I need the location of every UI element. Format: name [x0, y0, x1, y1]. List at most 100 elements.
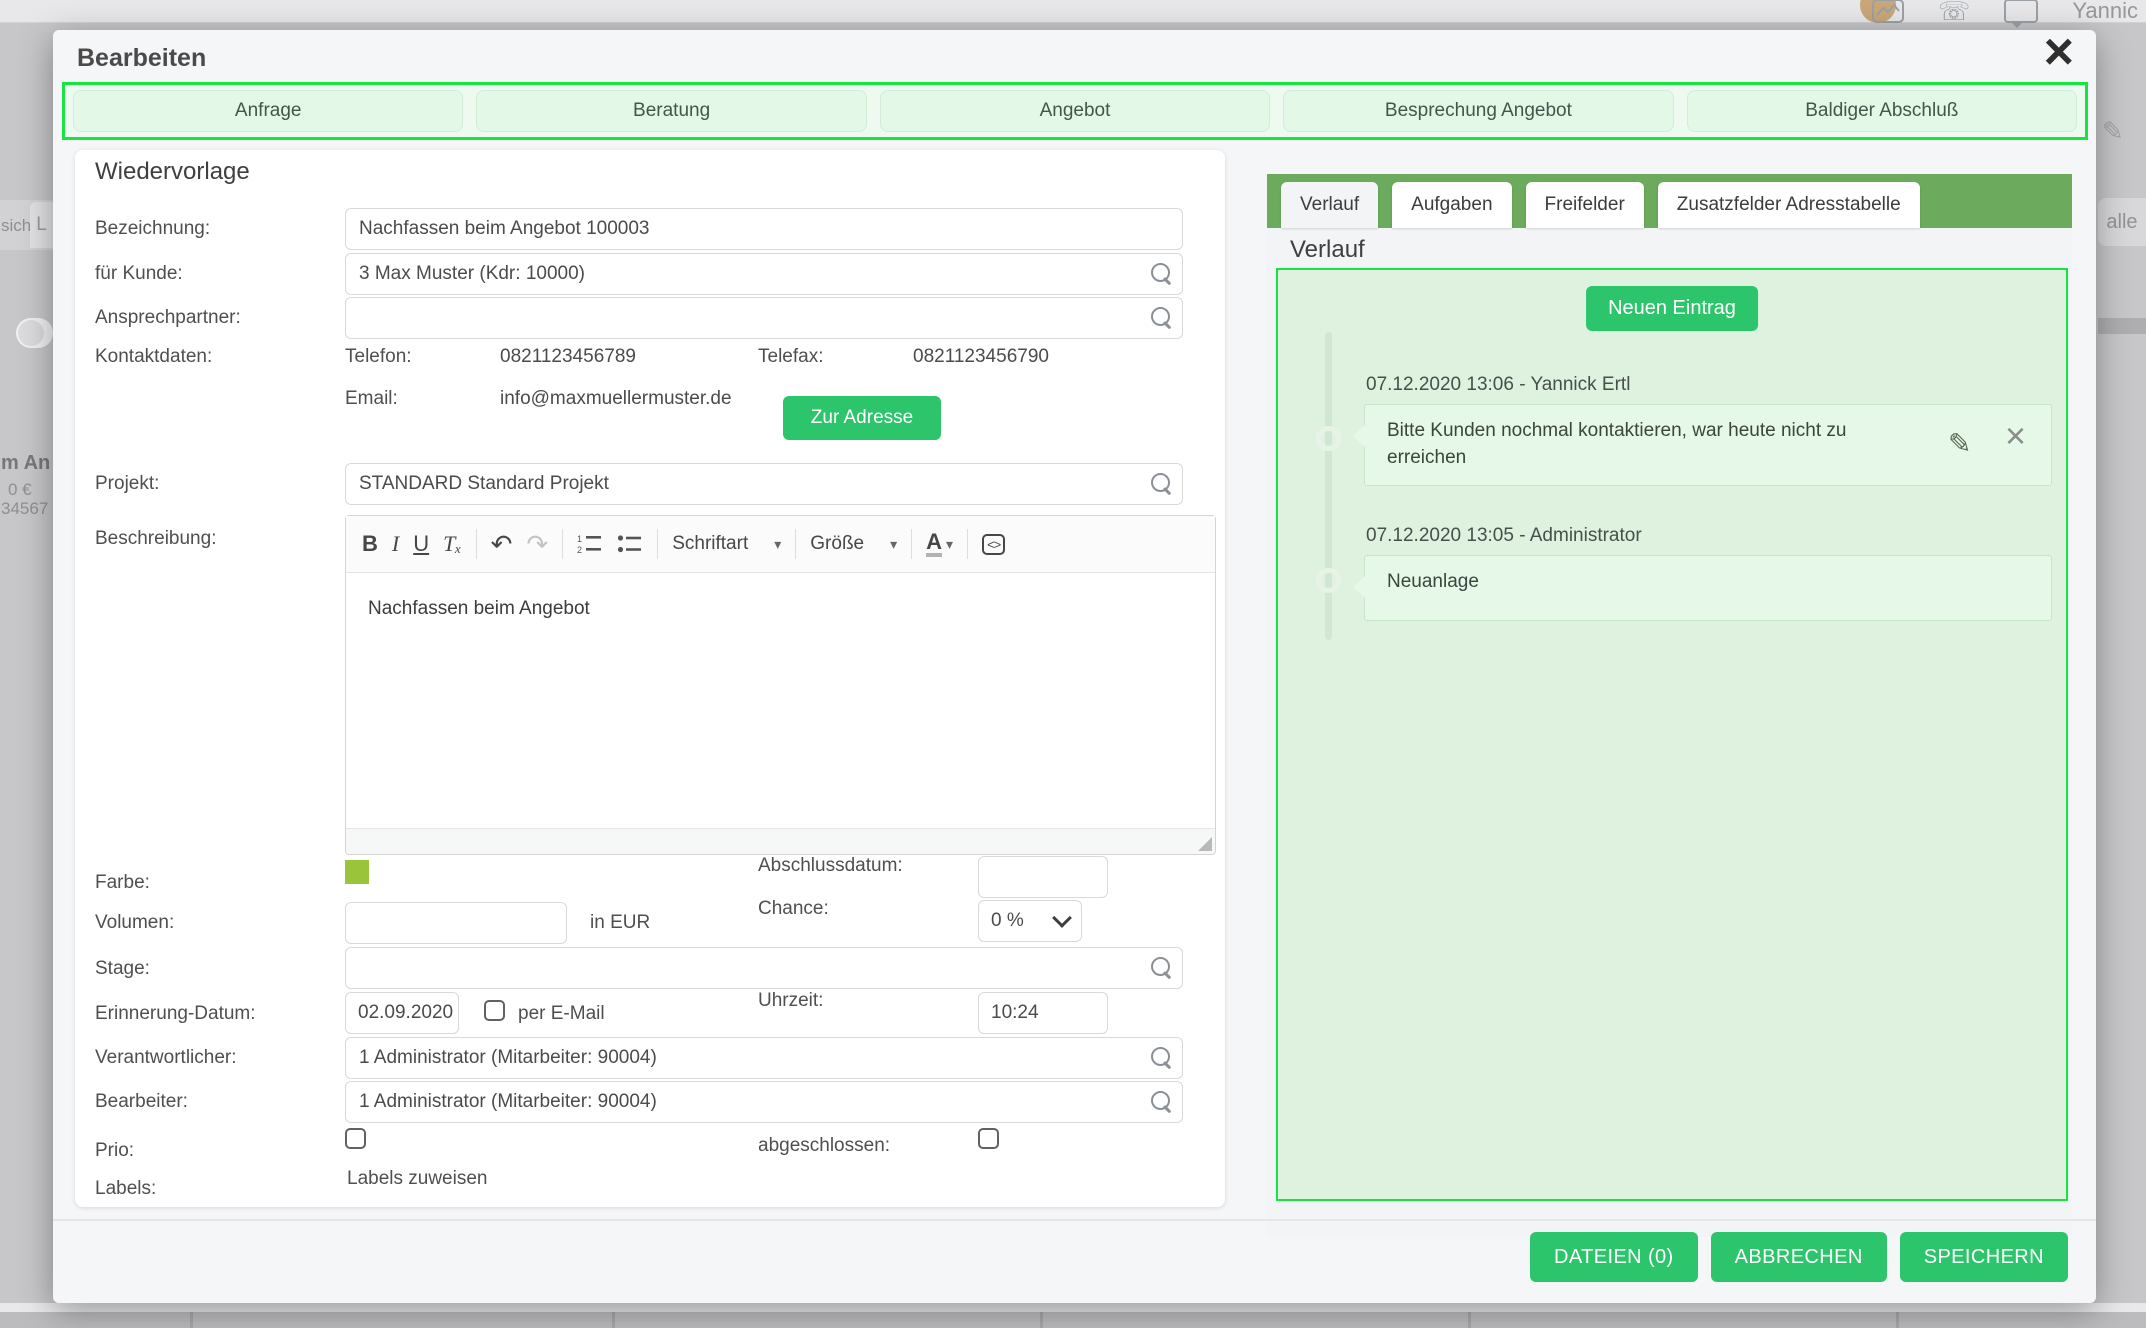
- size-dropdown-label: Größe: [810, 533, 864, 555]
- editor-toolbar: B I U Tₓ ↶ ↷ 12 Schriftart▾: [346, 516, 1215, 573]
- labels-zuweisen-link[interactable]: Labels zuweisen: [347, 1168, 487, 1190]
- bold-icon[interactable]: B: [362, 531, 378, 557]
- dateien-button[interactable]: DATEIEN (0): [1530, 1232, 1698, 1282]
- search-icon[interactable]: [1151, 263, 1170, 282]
- toolbar-divider: [562, 529, 563, 559]
- footer-divider: [53, 1219, 2096, 1221]
- telefax-label: Telefax:: [758, 346, 823, 368]
- kunde-value: 3 Max Muster (Kdr: 10000): [359, 263, 585, 285]
- toolbar-divider: [476, 529, 477, 559]
- bearbeiter-label: Bearbeiter:: [95, 1091, 188, 1113]
- per-email-checkbox[interactable]: [484, 1000, 505, 1021]
- delete-x-icon[interactable]: ×: [2005, 415, 2026, 457]
- tab-aufgaben[interactable]: Aufgaben: [1392, 182, 1511, 228]
- undo-icon[interactable]: ↶: [491, 529, 513, 560]
- tab-freifelder[interactable]: Freifelder: [1526, 182, 1644, 228]
- editor-content[interactable]: Nachfassen beim Angebot: [346, 572, 1215, 829]
- entry-text: Neuanlage: [1387, 568, 1479, 595]
- background-table-fragment: [0, 1312, 2146, 1328]
- abschlussdatum-input[interactable]: [978, 856, 1108, 898]
- underline-icon[interactable]: U: [413, 531, 429, 557]
- kunde-input[interactable]: 3 Max Muster (Kdr: 10000): [345, 253, 1183, 295]
- svg-text:2: 2: [577, 545, 582, 555]
- font-dropdown[interactable]: Schriftart▾: [672, 533, 781, 555]
- timeline-node: [1316, 568, 1341, 593]
- ansprechpartner-input[interactable]: [345, 297, 1183, 339]
- search-icon[interactable]: [1151, 307, 1170, 326]
- search-icon[interactable]: [1151, 1047, 1170, 1066]
- dialog-title: Bearbeiten: [77, 44, 206, 73]
- beschreibung-label: Beschreibung:: [95, 528, 216, 550]
- toolbar-divider: [657, 529, 658, 559]
- bezeichnung-input[interactable]: Nachfassen beim Angebot 100003: [345, 208, 1183, 250]
- bullet-list-icon[interactable]: [617, 533, 643, 555]
- volumen-input[interactable]: [345, 902, 567, 944]
- chance-value: 0 %: [991, 910, 1024, 932]
- stage-chip-baldiger-abschluss[interactable]: Baldiger Abschluß: [1687, 90, 2077, 132]
- stage-label: Stage:: [95, 958, 150, 980]
- toolbar-divider: [967, 529, 968, 559]
- beschreibung-text: Nachfassen beim Angebot: [368, 598, 590, 619]
- topbar-username: Yannic: [2072, 0, 2138, 24]
- bezeichnung-value: Nachfassen beim Angebot 100003: [359, 218, 650, 240]
- toolbar-divider: [795, 529, 796, 559]
- chance-select[interactable]: 0 %: [978, 900, 1082, 942]
- projekt-input[interactable]: STANDARD Standard Projekt: [345, 463, 1183, 505]
- stage-input[interactable]: [345, 947, 1183, 989]
- background-filter-fragment: alle: [2098, 198, 2146, 246]
- text-color-dropdown[interactable]: A▾: [926, 531, 953, 557]
- erinnerung-label: Erinnerung-Datum:: [95, 1003, 256, 1025]
- stage-chip-angebot[interactable]: Angebot: [880, 90, 1270, 132]
- farbe-label: Farbe:: [95, 872, 150, 894]
- edit-pencil-icon[interactable]: ✎: [1948, 427, 1971, 460]
- prio-checkbox[interactable]: [345, 1128, 366, 1149]
- search-icon[interactable]: [1151, 1091, 1170, 1110]
- background-scroll-fragment: [2098, 318, 2146, 334]
- verantwortlicher-input[interactable]: 1 Administrator (Mitarbeiter: 90004): [345, 1037, 1183, 1079]
- resize-handle-icon[interactable]: [1198, 837, 1212, 851]
- background-bold-fragment: m An: [1, 452, 50, 475]
- background-column-divider: [1468, 1312, 1471, 1328]
- close-icon[interactable]: ×: [2044, 26, 2074, 78]
- uhrzeit-input[interactable]: 10:24: [978, 992, 1108, 1034]
- abbrechen-button[interactable]: ABBRECHEN: [1711, 1232, 1887, 1282]
- verlauf-heading: Verlauf: [1290, 236, 1365, 264]
- erinnerung-date-input[interactable]: 02.09.2020: [345, 992, 459, 1034]
- remove-format-icon[interactable]: Tₓ: [443, 531, 462, 557]
- chevron-down-icon: ▾: [946, 536, 953, 553]
- per-email-label: per E-Mail: [518, 1003, 605, 1025]
- stage-chip-besprechung-angebot[interactable]: Besprechung Angebot: [1283, 90, 1673, 132]
- neuen-eintrag-button[interactable]: Neuen Eintrag: [1586, 286, 1758, 331]
- background-pencil-icon: ✎: [2102, 116, 2124, 147]
- size-dropdown[interactable]: Größe▾: [810, 533, 897, 555]
- stage-chip-beratung[interactable]: Beratung: [476, 90, 866, 132]
- chart-image-icon: [1872, 0, 1904, 23]
- chance-label: Chance:: [758, 898, 829, 920]
- telefon-label: Telefon:: [345, 346, 412, 368]
- bezeichnung-label: Bezeichnung:: [95, 218, 210, 240]
- phone-icon: ☏: [1938, 0, 1971, 23]
- speichern-button[interactable]: SPEICHERN: [1900, 1232, 2068, 1282]
- font-dropdown-label: Schriftart: [672, 533, 748, 555]
- source-code-icon[interactable]: <>: [982, 534, 1005, 555]
- chevron-down-icon: [1052, 908, 1072, 928]
- redo-icon[interactable]: ↷: [526, 529, 548, 560]
- tab-zusatzfelder-adresstabelle[interactable]: Zusatzfelder Adresstabelle: [1658, 182, 1920, 228]
- background-money-fragment: 0 €: [8, 480, 32, 500]
- stage-chip-anfrage[interactable]: Anfrage: [73, 90, 463, 132]
- bearbeiter-input[interactable]: 1 Administrator (Mitarbeiter: 90004): [345, 1081, 1183, 1123]
- zur-adresse-button[interactable]: Zur Adresse: [783, 396, 941, 440]
- abgeschlossen-checkbox[interactable]: [978, 1128, 999, 1149]
- search-icon[interactable]: [1151, 473, 1170, 492]
- right-panel-tabs: Verlauf Aufgaben Freifelder Zusatzfelder…: [1267, 174, 2072, 228]
- footer-buttons: DATEIEN (0) ABBRECHEN SPEICHERN: [1530, 1232, 2068, 1282]
- verlauf-panel: Neuen Eintrag 07.12.2020 13:06 - Yannick…: [1276, 268, 2068, 1201]
- numbered-list-icon[interactable]: 12: [577, 533, 603, 555]
- tab-verlauf[interactable]: Verlauf: [1281, 182, 1378, 228]
- italic-icon[interactable]: I: [392, 531, 399, 557]
- search-icon[interactable]: [1151, 957, 1170, 976]
- svg-text:1: 1: [577, 534, 582, 544]
- kunde-label: für Kunde:: [95, 263, 183, 285]
- background-toggle-fragment: [16, 318, 53, 348]
- color-swatch[interactable]: [345, 860, 369, 884]
